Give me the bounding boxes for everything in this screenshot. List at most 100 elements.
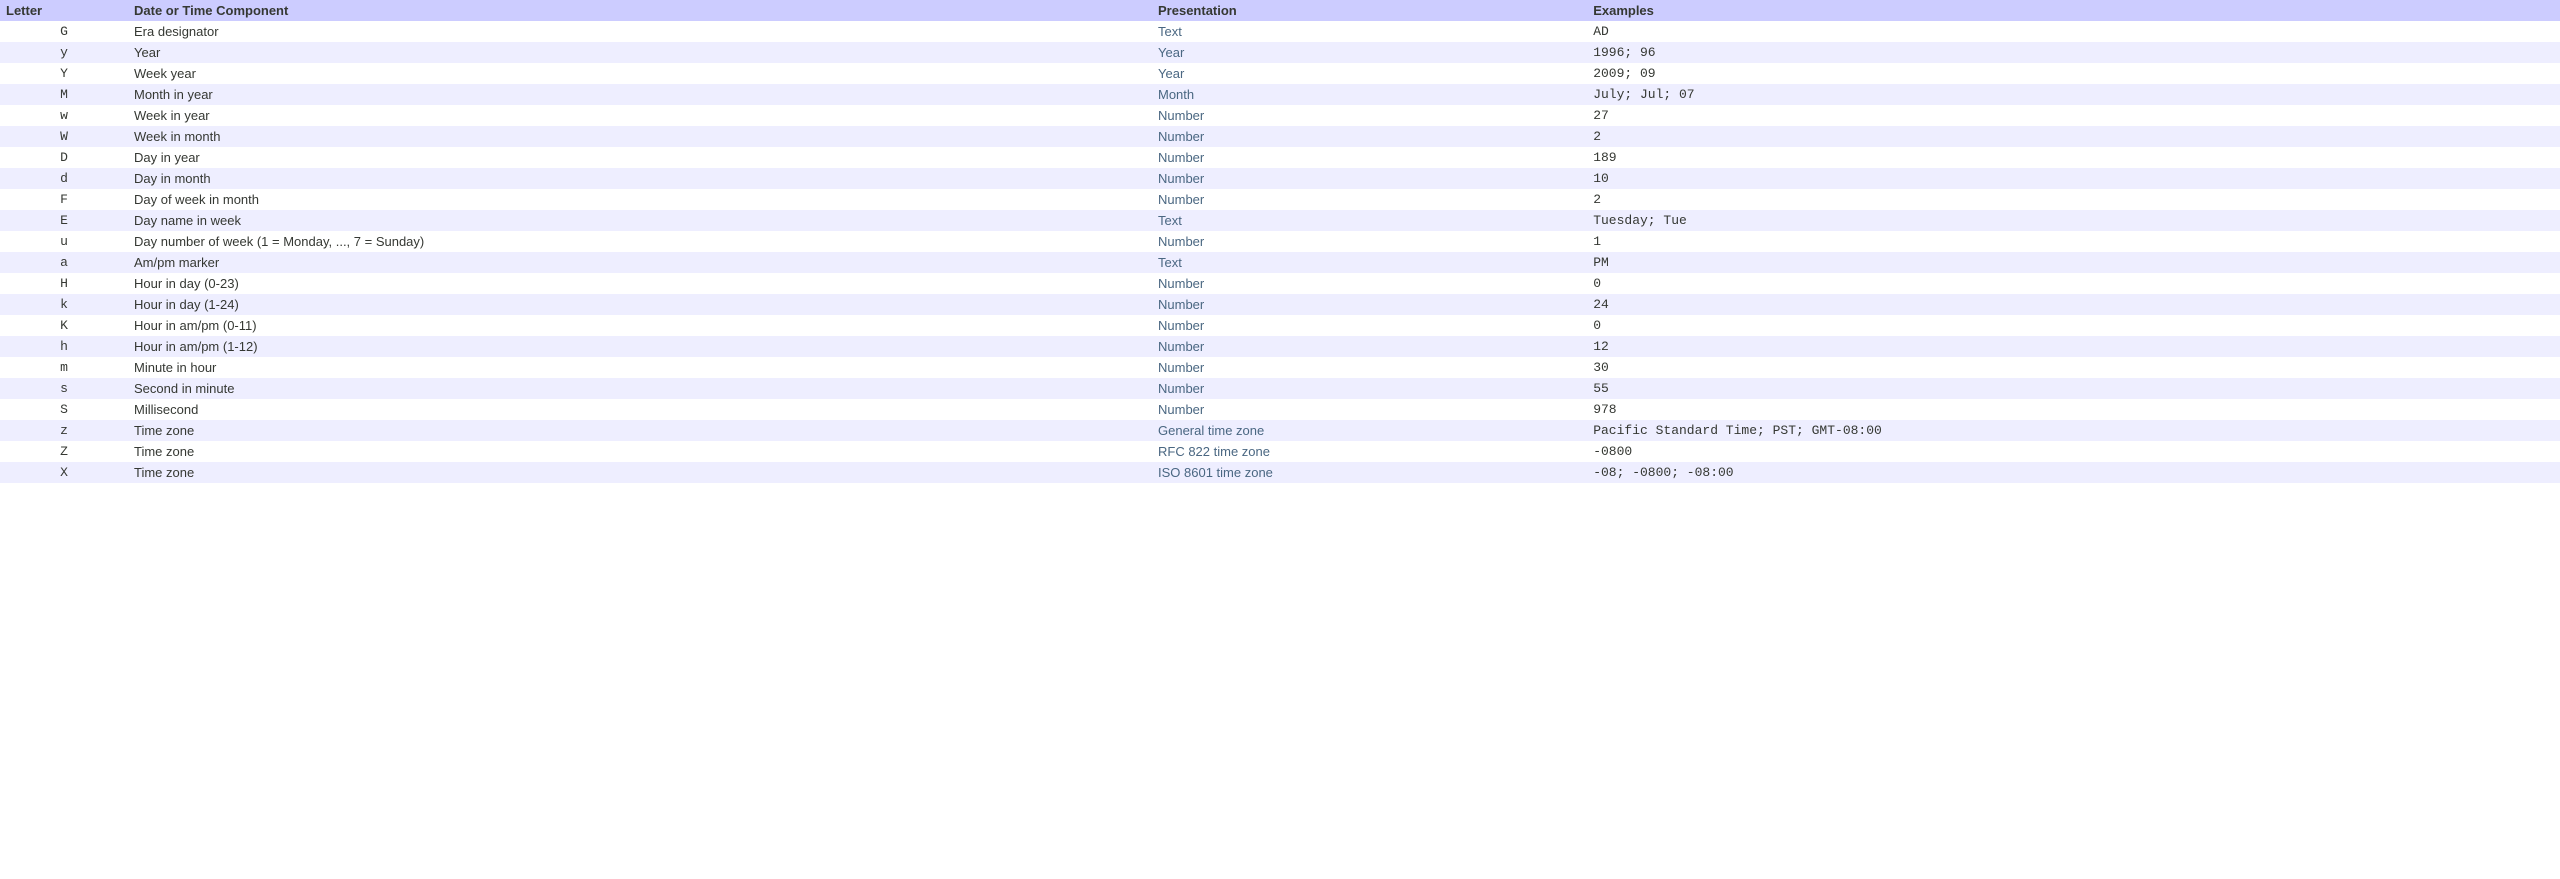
cell-component: Year (128, 42, 1152, 63)
cell-component: Hour in day (1-24) (128, 294, 1152, 315)
cell-component: Time zone (128, 441, 1152, 462)
cell-letter: M (0, 84, 128, 105)
presentation-link[interactable]: Number (1158, 192, 1204, 207)
presentation-link[interactable]: Number (1158, 276, 1204, 291)
presentation-link[interactable]: Number (1158, 108, 1204, 123)
cell-component: Day name in week (128, 210, 1152, 231)
cell-presentation: Text (1152, 21, 1587, 42)
cell-letter: K (0, 315, 128, 336)
presentation-link[interactable]: RFC 822 time zone (1158, 444, 1270, 459)
cell-component: Era designator (128, 21, 1152, 42)
table-row: mMinute in hour Number 30 (0, 357, 2560, 378)
cell-letter: Z (0, 441, 128, 462)
cell-letter: m (0, 357, 128, 378)
table-row: uDay number of week (1 = Monday, ..., 7 … (0, 231, 2560, 252)
table-row: hHour in am/pm (1-12)Number12 (0, 336, 2560, 357)
cell-component: Day in year (128, 147, 1152, 168)
cell-examples: 2 (1587, 126, 2560, 147)
cell-presentation: Number (1152, 336, 1587, 357)
table-row: MMonth in yearMonthJuly; Jul; 07 (0, 84, 2560, 105)
cell-examples: PM (1587, 252, 2560, 273)
cell-examples: 0 (1587, 273, 2560, 294)
cell-presentation: Number (1152, 273, 1587, 294)
cell-letter: W (0, 126, 128, 147)
cell-examples: -08; -0800; -08:00 (1587, 462, 2560, 483)
presentation-link[interactable]: Number (1158, 129, 1204, 144)
presentation-link[interactable]: Year (1158, 45, 1184, 60)
cell-component: Millisecond (128, 399, 1152, 420)
cell-presentation: Number (1152, 126, 1587, 147)
presentation-link[interactable]: Month (1158, 87, 1194, 102)
presentation-link[interactable]: Number (1158, 360, 1204, 375)
table-row: zTime zoneGeneral time zonePacific Stand… (0, 420, 2560, 441)
cell-component: Minute in hour (128, 357, 1152, 378)
cell-presentation: General time zone (1152, 420, 1587, 441)
table-row: DDay in yearNumber189 (0, 147, 2560, 168)
cell-letter: d (0, 168, 128, 189)
cell-examples: 1 (1587, 231, 2560, 252)
header-examples: Examples (1587, 0, 2560, 21)
presentation-link[interactable]: Year (1158, 66, 1184, 81)
cell-examples: 978 (1587, 399, 2560, 420)
cell-component: Am/pm marker (128, 252, 1152, 273)
header-letter: Letter (0, 0, 128, 21)
cell-examples: 30 (1587, 357, 2560, 378)
presentation-link[interactable]: Number (1158, 339, 1204, 354)
cell-presentation: RFC 822 time zone (1152, 441, 1587, 462)
cell-letter: u (0, 231, 128, 252)
table-row: YWeek yearYear2009; 09 (0, 63, 2560, 84)
presentation-link[interactable]: Text (1158, 255, 1182, 270)
cell-examples: 2 (1587, 189, 2560, 210)
cell-examples: 12 (1587, 336, 2560, 357)
cell-letter: H (0, 273, 128, 294)
cell-examples: 10 (1587, 168, 2560, 189)
cell-letter: z (0, 420, 128, 441)
cell-component: Hour in am/pm (1-12) (128, 336, 1152, 357)
cell-component: Day in month (128, 168, 1152, 189)
presentation-link[interactable]: Number (1158, 171, 1204, 186)
presentation-link[interactable]: Number (1158, 297, 1204, 312)
cell-presentation: Number (1152, 105, 1587, 126)
table-row: XTime zone ISO 8601 time zone -08; -0800; … (0, 462, 2560, 483)
cell-examples: Tuesday; Tue (1587, 210, 2560, 231)
cell-component: Week year (128, 63, 1152, 84)
cell-presentation: Text (1152, 210, 1587, 231)
cell-component: Time zone (128, 462, 1152, 483)
presentation-link[interactable]: Text (1158, 24, 1182, 39)
date-pattern-table: Letter Date or Time Component Presentati… (0, 0, 2560, 483)
presentation-link[interactable]: Number (1158, 150, 1204, 165)
cell-component: Week in month (128, 126, 1152, 147)
cell-examples: 27 (1587, 105, 2560, 126)
cell-component: Day number of week (1 = Monday, ..., 7 =… (128, 231, 1152, 252)
cell-component: Hour in am/pm (0-11) (128, 315, 1152, 336)
presentation-link[interactable]: Number (1158, 318, 1204, 333)
header-presentation: Presentation (1152, 0, 1587, 21)
presentation-link[interactable]: Number (1158, 381, 1204, 396)
cell-examples: 55 (1587, 378, 2560, 399)
cell-examples: Pacific Standard Time; PST; GMT-08:00 (1587, 420, 2560, 441)
table-row: aAm/pm markerTextPM (0, 252, 2560, 273)
presentation-link[interactable]: General time zone (1158, 423, 1264, 438)
cell-letter: y (0, 42, 128, 63)
cell-examples: 2009; 09 (1587, 63, 2560, 84)
cell-letter: G (0, 21, 128, 42)
cell-examples: -0800 (1587, 441, 2560, 462)
presentation-link[interactable]: Number (1158, 402, 1204, 417)
cell-letter: E (0, 210, 128, 231)
cell-letter: k (0, 294, 128, 315)
table-row: EDay name in week Text Tuesday; Tue (0, 210, 2560, 231)
cell-examples: 0 (1587, 315, 2560, 336)
cell-component: Day of week in month (128, 189, 1152, 210)
table-row: yYearYear1996; 96 (0, 42, 2560, 63)
cell-presentation: Number (1152, 294, 1587, 315)
presentation-link[interactable]: ISO 8601 time zone (1158, 465, 1273, 480)
table-row: GEra designator Text AD (0, 21, 2560, 42)
table-row: dDay in month Number 10 (0, 168, 2560, 189)
cell-examples: AD (1587, 21, 2560, 42)
table-row: WWeek in month Number 2 (0, 126, 2560, 147)
presentation-link[interactable]: Number (1158, 234, 1204, 249)
cell-letter: X (0, 462, 128, 483)
table-row: KHour in am/pm (0-11) Number 0 (0, 315, 2560, 336)
presentation-link[interactable]: Text (1158, 213, 1182, 228)
cell-presentation: Number (1152, 315, 1587, 336)
